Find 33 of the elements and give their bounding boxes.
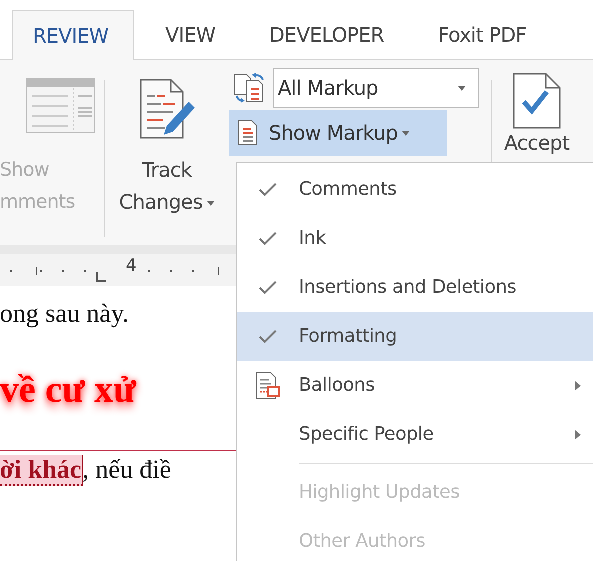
ribbon-tab[interactable]: VIEW <box>134 10 244 59</box>
checkmark-icon <box>259 280 277 294</box>
submenu-arrow-icon <box>575 380 581 390</box>
checkmark-icon <box>259 182 277 196</box>
ribbon-tab[interactable]: Foxit PDF <box>412 10 555 59</box>
ruler-number: 4 <box>126 256 137 276</box>
caret-icon <box>402 130 410 136</box>
tab-stop-icon <box>96 272 106 282</box>
document-icon <box>237 120 259 146</box>
document-balloon-icon <box>255 372 281 400</box>
menu-item[interactable]: Formatting <box>237 312 593 361</box>
checkmark-icon <box>259 330 277 344</box>
document-text: , nếu điề <box>82 455 172 484</box>
table-icon <box>26 78 96 134</box>
inserted-text: ời khác <box>0 455 83 486</box>
menu-item[interactable]: Ink <box>237 214 593 263</box>
show-markup-button[interactable]: Show Markup <box>229 110 447 156</box>
menu-item[interactable]: Specific People <box>237 410 593 459</box>
markup-dropdown[interactable]: All Markup <box>273 68 479 108</box>
caret-icon <box>206 201 215 206</box>
heading-text: về cư xử <box>0 369 136 411</box>
track-changes-button[interactable]: Track Changes <box>119 154 215 218</box>
ribbon-tab[interactable]: DEVELOPER <box>244 10 412 59</box>
caret-icon <box>458 86 466 90</box>
menu-item[interactable]: Comments <box>237 165 593 214</box>
submenu-arrow-icon <box>575 430 581 440</box>
document-text: ong sau này. <box>0 299 130 328</box>
checkmark-icon <box>259 232 277 246</box>
accept-button[interactable]: Accept <box>504 130 570 156</box>
ribbon-tab[interactable]: REVIEW <box>12 10 134 60</box>
document-check-icon <box>511 72 563 130</box>
menu-item[interactable]: Balloons <box>237 361 593 410</box>
menu-item[interactable]: Insertions and Deletions <box>237 263 593 312</box>
